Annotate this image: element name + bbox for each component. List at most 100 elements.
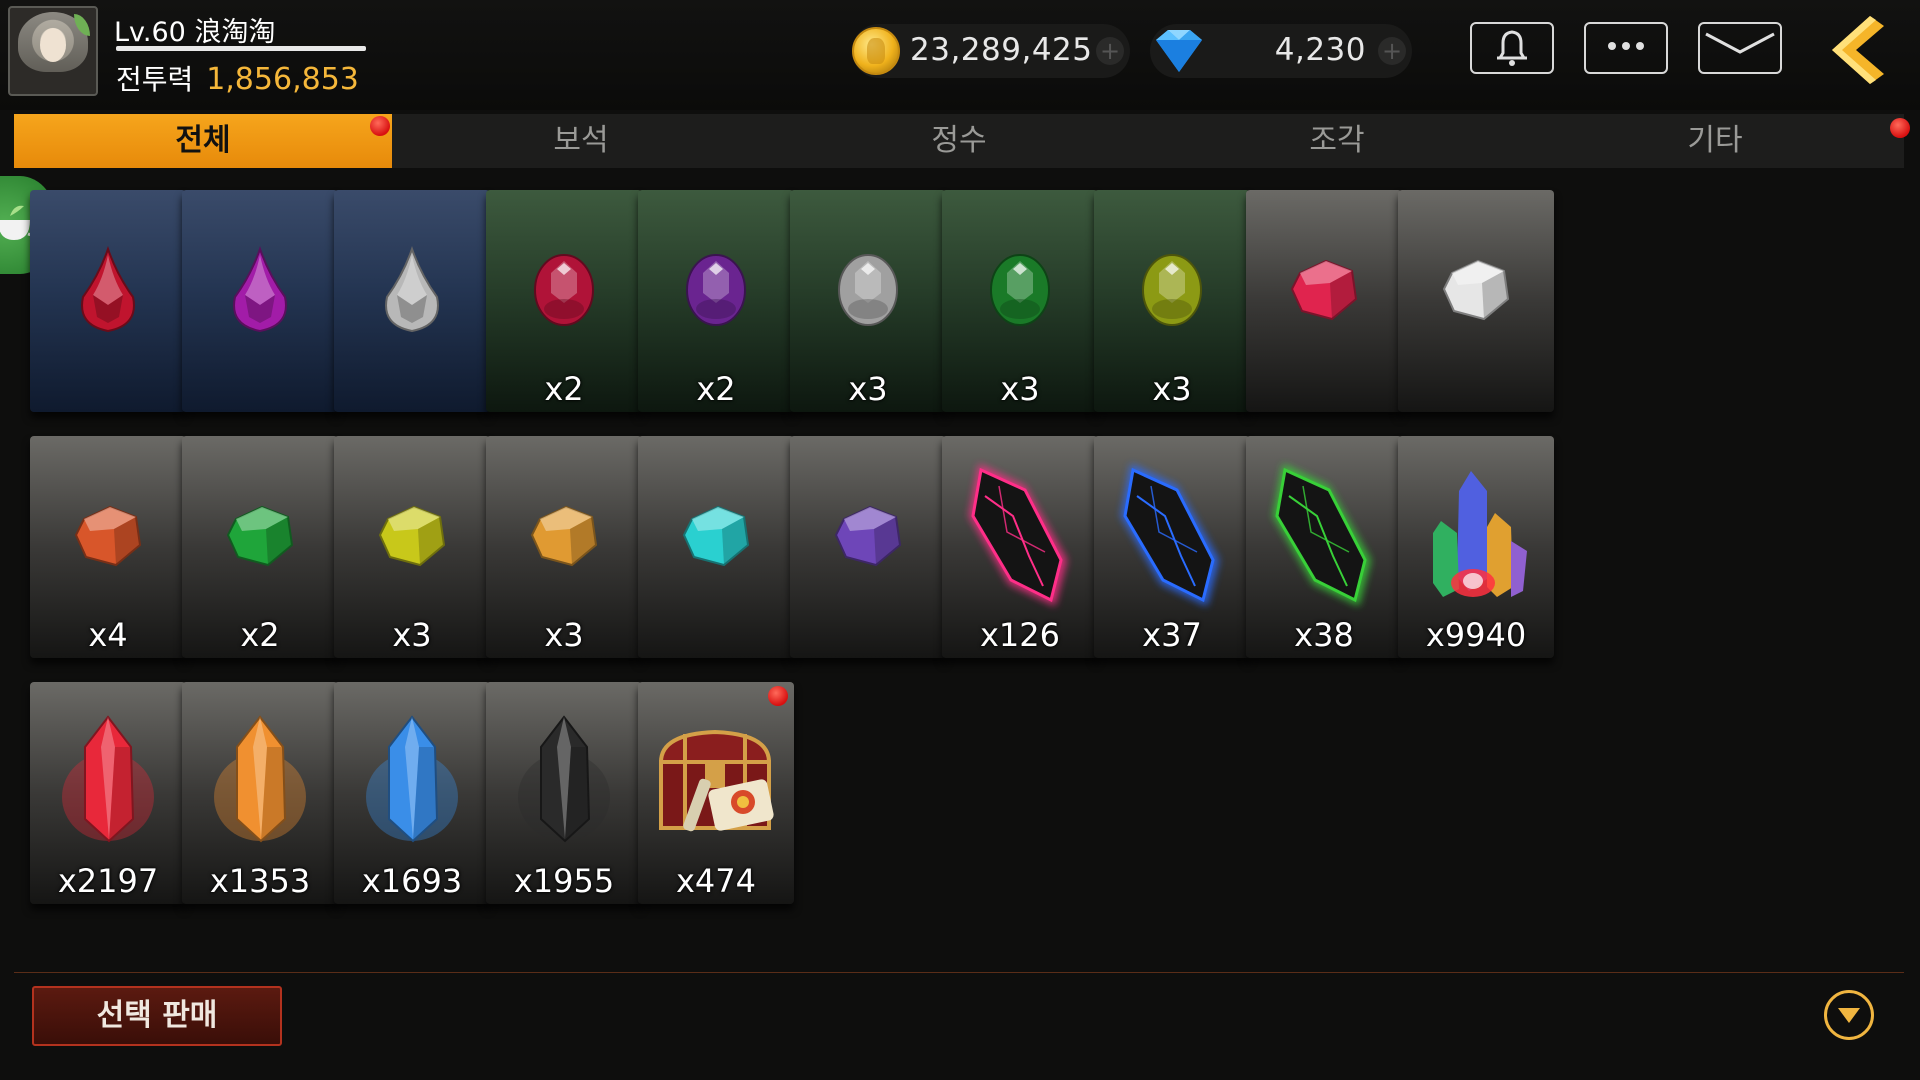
inventory-slot[interactable]: x2197 (30, 682, 186, 904)
inventory-slot[interactable]: x474 (638, 682, 794, 904)
tab-4[interactable]: 기타 (1526, 114, 1910, 168)
new-badge-dot (1890, 118, 1910, 138)
tab-2[interactable]: 정수 (770, 114, 1148, 168)
inventory-slot[interactable]: x2 (486, 190, 642, 412)
item-quantity: x2 (696, 370, 736, 408)
ruby-oval-gem-icon (531, 251, 597, 333)
inventory-slot[interactable]: x37 (1094, 436, 1250, 658)
inventory-slot[interactable]: x3 (1094, 190, 1250, 412)
diamond-drop-gem-icon (377, 245, 447, 339)
inventory-slot[interactable] (334, 190, 490, 412)
scroll-down-icon[interactable] (1824, 990, 1874, 1040)
new-badge-dot (768, 686, 788, 706)
item-quantity: x3 (848, 370, 888, 408)
bell-icon (1497, 30, 1527, 66)
inventory-slot[interactable]: x2 (638, 190, 794, 412)
amber-rough-gem-icon (526, 501, 602, 575)
pink-glow-shard-icon (955, 456, 1085, 620)
orange-essence-crystal-icon (205, 707, 315, 861)
emerald-oval-gem-icon (987, 251, 1053, 333)
inventory-slot[interactable]: x3 (942, 190, 1098, 412)
item-quantity: x3 (1000, 370, 1040, 408)
experience-bar (116, 46, 366, 51)
inventory-slot[interactable]: x1353 (182, 682, 338, 904)
bottom-divider (14, 972, 1904, 973)
rainbow-crystal-cluster-icon (1411, 461, 1541, 615)
violet-rough-gem-icon (830, 501, 906, 575)
category-tabs: 전체 보석 정수 조각 기타 (14, 114, 1910, 168)
tab-label: 기타 (1687, 123, 1743, 158)
amethyst-oval-gem-icon (683, 251, 749, 333)
inventory-slot[interactable] (30, 190, 186, 412)
white-rough-gem-icon (1438, 255, 1514, 329)
ruby-drop-gem-icon (73, 245, 143, 339)
combat-power-value: 1,856,853 (206, 62, 359, 97)
inventory-slot[interactable] (1246, 190, 1402, 412)
item-quantity: x4 (88, 616, 128, 654)
inventory-slot[interactable]: x3 (334, 436, 490, 658)
inventory-slot[interactable]: x9940 (1398, 436, 1554, 658)
inventory-slot[interactable]: x1955 (486, 682, 642, 904)
item-quantity: x3 (392, 616, 432, 654)
item-quantity: x474 (675, 862, 756, 900)
pink-rough-gem-icon (1286, 255, 1362, 329)
item-quantity: x1353 (209, 862, 311, 900)
tab-0[interactable]: 전체 (14, 114, 392, 168)
item-quantity: x1693 (361, 862, 463, 900)
inventory-slot[interactable]: x3 (790, 190, 946, 412)
inventory-slot[interactable]: x3 (486, 436, 642, 658)
amethyst-drop-gem-icon (225, 245, 295, 339)
orange-rough-gem-icon (70, 501, 146, 575)
item-quantity: x2 (544, 370, 584, 408)
inventory-slot[interactable]: x2 (182, 436, 338, 658)
gem-amount: 4,230 (1274, 32, 1366, 68)
inventory-slot[interactable] (182, 190, 338, 412)
inventory-slot[interactable] (638, 436, 794, 658)
combat-power: 전투력 1,856,853 (116, 58, 359, 98)
add-gold-plus-icon[interactable]: + (1096, 37, 1124, 65)
new-badge-dot (370, 116, 390, 136)
item-quantity: x3 (1152, 370, 1192, 408)
pearl-oval-gem-icon (835, 251, 901, 333)
player-level-name: Lv.60 浪淘淘 (114, 17, 276, 48)
notification-button[interactable] (1470, 22, 1554, 74)
inventory-slot[interactable]: x126 (942, 436, 1098, 658)
tab-label: 정수 (931, 123, 987, 158)
tab-label: 조각 (1309, 123, 1365, 158)
chat-dots-icon (1608, 42, 1644, 50)
player-avatar[interactable] (8, 6, 98, 96)
item-quantity: x1955 (513, 862, 615, 900)
inventory-slot[interactable]: x4 (30, 436, 186, 658)
cyan-rough-gem-icon (678, 501, 754, 575)
inventory-slot[interactable] (790, 436, 946, 658)
gem-currency: 4,230 + (1150, 24, 1412, 78)
inventory-slot[interactable]: x1693 (334, 682, 490, 904)
combat-power-label: 전투력 (116, 63, 194, 96)
item-quantity: x126 (979, 616, 1060, 654)
tab-label: 전체 (175, 123, 231, 158)
gold-amount: 23,289,425 (910, 32, 1093, 68)
tab-label: 보석 (553, 123, 609, 158)
add-gems-plus-icon[interactable]: + (1378, 37, 1406, 65)
blue-glow-shard-icon (1107, 456, 1237, 620)
inventory-slot[interactable] (1398, 190, 1554, 412)
select-sell-button[interactable]: 선택 판매 (32, 986, 282, 1046)
inventory-slot[interactable]: x38 (1246, 436, 1402, 658)
tab-3[interactable]: 조각 (1148, 114, 1526, 168)
treasure-chest-scroll-icon (651, 722, 781, 846)
envelope-icon (1705, 32, 1775, 54)
blue-essence-crystal-icon (357, 707, 467, 861)
item-quantity: x37 (1142, 616, 1202, 654)
red-essence-crystal-icon (53, 707, 163, 861)
green-rough-gem-icon (222, 501, 298, 575)
tab-1[interactable]: 보석 (392, 114, 770, 168)
item-quantity: x38 (1294, 616, 1354, 654)
mail-button[interactable] (1698, 22, 1782, 74)
chat-button[interactable] (1584, 22, 1668, 74)
back-arrow-icon[interactable] (1818, 10, 1898, 90)
gold-coin-icon (852, 27, 900, 75)
yellow-rough-gem-icon (374, 501, 450, 575)
item-quantity: x2 (240, 616, 280, 654)
top-bar: Lv.60 浪淘淘 전투력 1,856,853 23,289,425 + 4,2… (0, 0, 1920, 110)
peridot-oval-gem-icon (1139, 251, 1205, 333)
